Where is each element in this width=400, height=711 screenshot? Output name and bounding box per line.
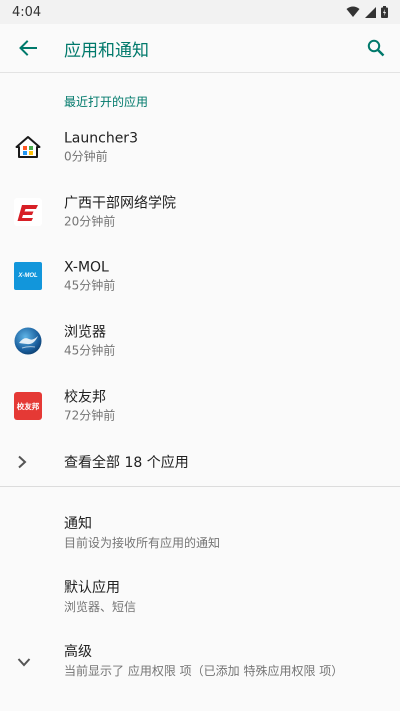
- app-last-used: 72分钟前: [64, 408, 116, 423]
- app-name: 广西干部网络学院: [64, 195, 176, 212]
- preference-title: 高级: [64, 644, 92, 660]
- back-button[interactable]: [0, 24, 56, 72]
- divider: [0, 486, 400, 487]
- app-last-used: 45分钟前: [64, 278, 116, 293]
- app-last-used: 0分钟前: [64, 149, 108, 164]
- xiaoyoubang-logo: 校友邦: [14, 392, 42, 420]
- arrow-back-icon: [19, 40, 37, 56]
- browser-globe-icon: [14, 327, 42, 355]
- battery-icon: [381, 6, 388, 18]
- signal-icon: [365, 6, 376, 18]
- recent-app-row-xmol[interactable]: X-MOL X-MOL 45分钟前: [0, 244, 400, 308]
- recent-app-row-xiaoyoubang[interactable]: 校友邦 校友邦 72分钟前: [0, 374, 400, 438]
- preference-title: 默认应用: [64, 580, 120, 596]
- page-title: 应用和通知: [64, 40, 149, 61]
- app-name: Launcher3: [64, 130, 138, 147]
- preference-summary: 当前显示了 应用权限 项（已添加 特殊应用权限 项）: [64, 664, 344, 678]
- chevron-right-icon: [18, 455, 27, 469]
- advanced-preference[interactable]: 高级 当前显示了 应用权限 项（已添加 特殊应用权限 项）: [0, 631, 400, 691]
- search-icon: [367, 39, 385, 57]
- chevron-down-icon: [17, 658, 31, 667]
- recent-apps-header: 最近打开的应用: [64, 95, 149, 109]
- preference-summary: 目前设为接收所有应用的通知: [64, 536, 221, 550]
- see-all-apps-row[interactable]: 查看全部 18 个应用: [0, 440, 400, 484]
- default-apps-preference[interactable]: 默认应用 浏览器、短信: [0, 567, 400, 627]
- status-time: 4:04: [12, 4, 42, 20]
- app-last-used: 45分钟前: [64, 343, 116, 358]
- recent-app-row-launcher3[interactable]: Launcher3 0分钟前: [0, 115, 400, 179]
- status-icons: [346, 6, 388, 18]
- status-bar: 4:04: [0, 0, 400, 24]
- xmol-logo: X-MOL: [14, 262, 42, 290]
- wifi-icon: [346, 6, 360, 17]
- preference-summary: 浏览器、短信: [64, 600, 137, 614]
- app-bar: 应用和通知: [0, 24, 400, 73]
- preference-title: 通知: [64, 516, 92, 532]
- xmol-logo-text: X-MOL: [18, 273, 38, 279]
- notifications-preference[interactable]: 通知 目前设为接收所有应用的通知: [0, 503, 400, 563]
- xiaoyoubang-logo-text: 校友邦: [16, 401, 40, 411]
- search-button[interactable]: [352, 24, 400, 72]
- app-name: X-MOL: [64, 259, 109, 276]
- home-icon: [14, 133, 42, 161]
- app-name: 校友邦: [64, 389, 106, 406]
- see-all-apps-label: 查看全部 18 个应用: [64, 455, 189, 471]
- guangxi-cadre-logo: [14, 198, 42, 226]
- recent-app-row-guangxi[interactable]: 广西干部网络学院 20分钟前: [0, 180, 400, 244]
- app-name: 浏览器: [64, 324, 106, 341]
- app-last-used: 20分钟前: [64, 214, 116, 229]
- recent-app-row-browser[interactable]: 浏览器 45分钟前: [0, 309, 400, 373]
